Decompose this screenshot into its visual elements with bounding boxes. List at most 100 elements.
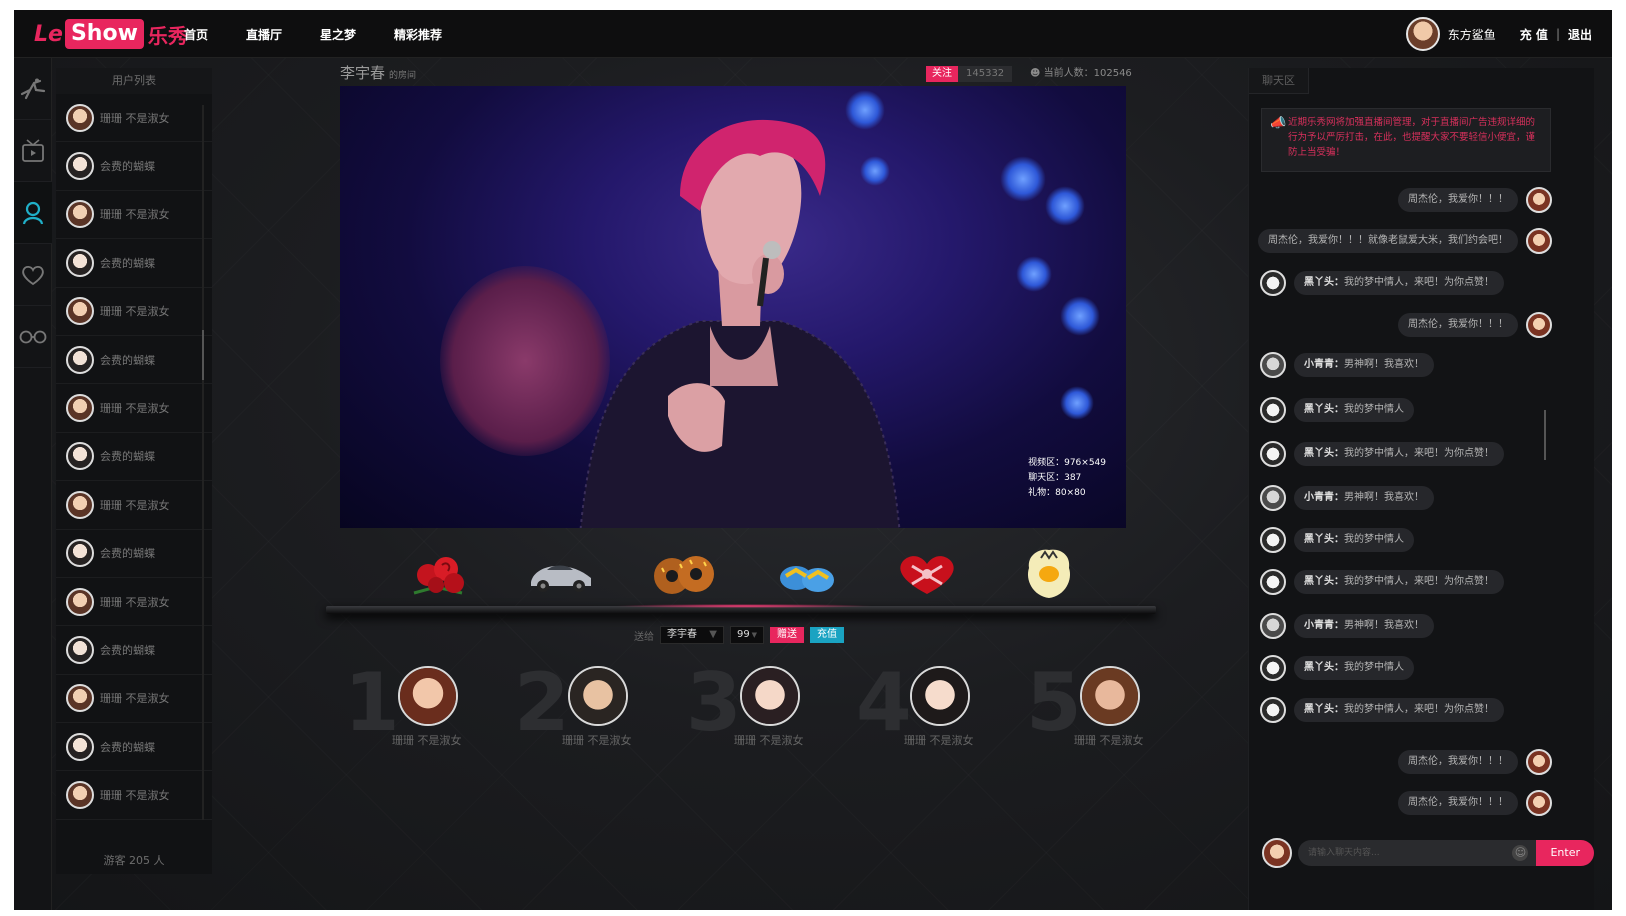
chat-avatar[interactable] [1526,790,1552,816]
ranking-item-3[interactable]: 3 珊珊 不是淑女 [686,658,856,760]
user-avatar [66,442,94,471]
chat-scroll-thumb[interactable] [1544,410,1546,460]
chat-tab[interactable]: 聊天区 [1249,68,1309,94]
stage-light [1045,186,1085,226]
user-rows: 珊珊 不是淑女 会费的蝴蝶 珊珊 不是淑女 会费的蝴蝶 珊珊 不是淑女 会费的蝴蝶 珊珊 不… [56,94,212,820]
user-list-item[interactable]: 会费的蝴蝶 [56,142,212,191]
chat-sender[interactable]: 黑丫头： [1304,576,1344,587]
recipient-select[interactable]: 李宇春 ▼ [660,626,724,644]
rank-name: 珊珊 不是淑女 [904,734,974,747]
user-list-scroll-thumb[interactable] [202,330,204,380]
chat-avatar[interactable] [1526,187,1552,213]
chat-message: 小青青：男神啊！我喜欢！ [1260,351,1434,379]
user-list-item[interactable]: 会费的蝴蝶 [56,723,212,772]
ranking-item-2[interactable]: 2 珊珊 不是淑女 [514,658,684,760]
user-list-item[interactable]: 会费的蝴蝶 [56,336,212,385]
rank-avatar [740,666,800,726]
gift-rose[interactable] [404,546,474,602]
user-list-item[interactable]: 会费的蝴蝶 [56,239,212,288]
quantity-value: 99 [737,629,750,640]
ranking-item-5[interactable]: 5 珊珊 不是淑女 [1026,658,1196,760]
nav-recommend[interactable]: 精彩推荐 [394,26,442,43]
chat-avatar[interactable] [1260,397,1286,423]
chat-message: 周杰伦，我爱你！！！ [1398,748,1552,776]
user-list-scrollbar[interactable] [202,105,204,820]
ranking-item-1[interactable]: 1 珊珊 不是淑女 [344,658,514,760]
gift-car[interactable] [526,546,596,602]
user-list-item[interactable]: 珊珊 不是淑女 [56,191,212,240]
chat-input[interactable]: 请输入聊天内容... ☺ [1298,840,1537,866]
live-video[interactable]: 视频区：976×549 聊天区：387 礼物：80×80 [340,86,1126,528]
chat-avatar[interactable] [1260,352,1286,378]
gift-heart-box[interactable] [892,546,962,602]
emoji-icon[interactable]: ☺ [1512,845,1529,861]
chat-sender[interactable]: 小青青： [1304,359,1344,370]
rail-glasses[interactable] [14,306,52,368]
chat-bubble: 黑丫头：我的梦中情人 [1294,398,1414,422]
chat-bubble: 黑丫头：我的梦中情人，来吧！为你点赞！ [1294,271,1504,295]
rail-tv[interactable] [14,120,52,182]
chat-avatar[interactable] [1260,613,1286,639]
gift-egg[interactable] [1014,546,1084,602]
chat-avatar[interactable] [1526,228,1552,254]
logout-link[interactable]: 退出 [1568,26,1592,43]
chat-avatar[interactable] [1260,697,1286,723]
chat-avatar[interactable] [1260,485,1286,511]
user-list-item[interactable]: 会费的蝴蝶 [56,433,212,482]
gift-donuts[interactable] [650,546,720,602]
recharge-button[interactable]: 充值 [810,627,844,643]
user-list-item[interactable]: 会费的蝴蝶 [56,530,212,578]
user-list-item[interactable]: 珊珊 不是淑女 [56,288,212,336]
rail-users[interactable] [14,182,52,244]
user-list-item[interactable]: 珊珊 不是淑女 [56,578,212,627]
icon-rail [14,58,52,910]
my-avatar [1262,838,1292,868]
user-list-item[interactable]: 珊珊 不是淑女 [56,675,212,724]
user-avatar [66,490,94,519]
send-message-button[interactable]: Enter [1536,840,1594,866]
chat-sender[interactable]: 小青青： [1304,492,1344,503]
rail-favorites[interactable] [14,244,52,306]
user-avatar[interactable] [1405,17,1440,51]
chat-sender[interactable]: 黑丫头： [1304,404,1344,415]
recharge-link[interactable]: 充 值 [1520,26,1548,43]
nav-home[interactable]: 首页 [184,26,208,43]
chat-avatar[interactable] [1526,749,1552,775]
user-avatar [66,781,94,810]
chat-avatar[interactable] [1260,655,1286,681]
user-list-item[interactable]: 珊珊 不是淑女 [56,94,212,143]
chat-sender[interactable]: 黑丫头： [1304,534,1344,545]
chat-avatar[interactable] [1526,312,1552,338]
chat-bubble: 小青青：男神啊！我喜欢！ [1294,614,1434,638]
nav-live-hall[interactable]: 直播厅 [246,26,282,43]
chat-sender[interactable]: 黑丫头： [1304,277,1344,288]
follow-button[interactable]: 关注 [926,66,958,82]
chat-bubble: 周杰伦，我爱你！！！ [1398,313,1518,337]
user-list-item[interactable]: 珊珊 不是淑女 [56,384,212,433]
chat-sender[interactable]: 黑丫头： [1304,448,1344,459]
heart-icon [22,265,44,285]
chat-notice: 📣 近期乐秀网将加强直播间管理，对于直播间广告违规详细的行为予以严厉打击，在此，… [1261,108,1551,172]
chat-avatar[interactable] [1260,569,1286,595]
chat-sender[interactable]: 黑丫头： [1304,662,1344,673]
leshow-logo[interactable]: Le Show 乐秀 [34,18,188,50]
chat-avatar[interactable] [1260,527,1286,553]
chat-message: 周杰伦，我爱你！！！就像老鼠爱大米，我们约会吧！ [1258,227,1552,255]
user-name: 珊珊 不是淑女 [100,305,170,319]
give-gift-button[interactable]: 赠送 [770,627,804,643]
user-list-item[interactable]: 会费的蝴蝶 [56,626,212,675]
chat-sender[interactable]: 小青青： [1304,620,1344,631]
ranking-item-4[interactable]: 4 珊珊 不是淑女 [856,658,1026,760]
user-name[interactable]: 东方鲨鱼 [1448,26,1496,43]
chat-avatar[interactable] [1260,441,1286,467]
rail-dance[interactable] [14,58,52,120]
chat-avatar[interactable] [1260,270,1286,296]
chat-sender[interactable]: 黑丫头： [1304,704,1344,715]
quantity-select[interactable]: 99 ▼ [730,626,764,644]
megaphone-icon: 📣 [1270,116,1287,131]
heart-box-icon [900,556,954,594]
nav-star-dream[interactable]: 星之梦 [320,26,356,43]
user-list-item[interactable]: 珊珊 不是淑女 [56,771,212,820]
gift-slippers[interactable] [772,546,842,602]
user-list-item[interactable]: 珊珊 不是淑女 [56,481,212,530]
